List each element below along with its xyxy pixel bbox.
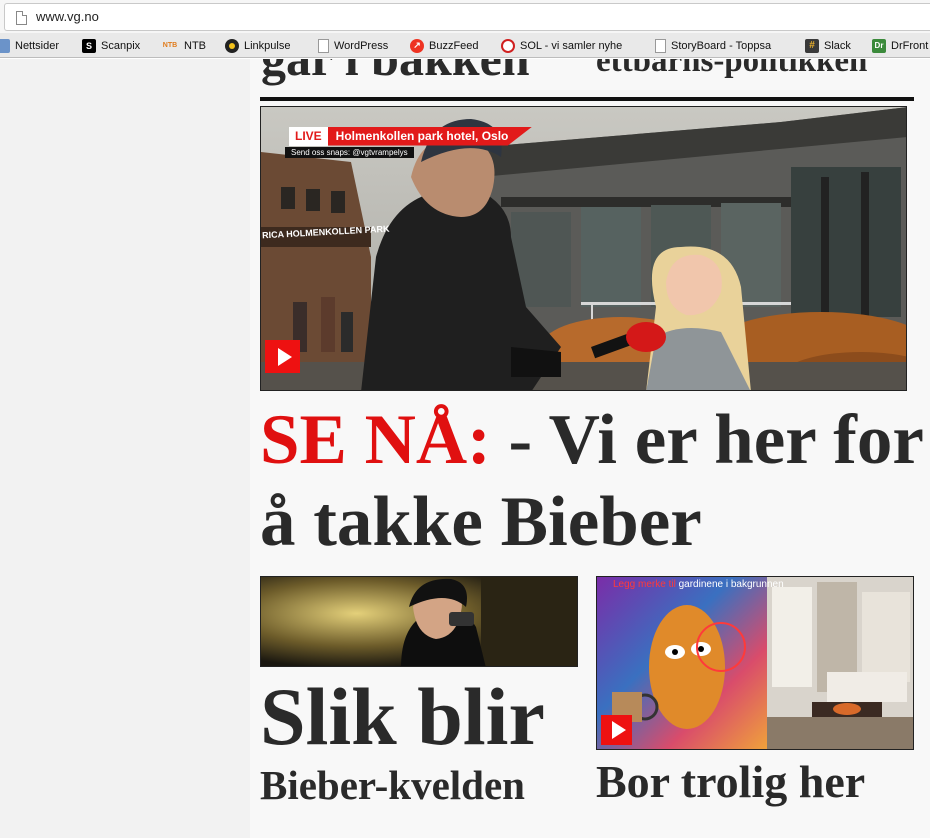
sol-icon xyxy=(501,38,515,53)
bookmark-storyboard[interactable]: StoryBoard - Toppsa xyxy=(655,37,771,54)
bookmark-label: BuzzFeed xyxy=(429,39,479,52)
bookmarks-bar: Nettsider S Scanpix NTB NTB Linkpulse Wo… xyxy=(0,33,930,58)
main-headline[interactable]: SE NÅ: - Vi er her for å takke Bieber xyxy=(260,399,925,563)
caption-text: gardinene i bakgrunnen xyxy=(675,579,784,590)
story-image-bieber[interactable] xyxy=(260,576,578,667)
bookmark-label: SOL - vi samler nyhe xyxy=(520,39,623,52)
headline-kicker: SE NÅ: xyxy=(260,401,491,479)
bookmark-label: DrFront xyxy=(891,39,929,52)
live-location: Holmenkollen park hotel, Oslo xyxy=(327,126,533,146)
bookmark-label: NTB xyxy=(184,39,206,52)
section-divider xyxy=(260,97,914,101)
slack-icon: # xyxy=(805,38,819,53)
image-caption-overlay: Legg merke til gardinene i bakgrunnen xyxy=(613,579,784,590)
page-left-margin xyxy=(0,59,250,838)
live-video-player[interactable]: LIVE Holmenkollen park hotel, Oslo Send … xyxy=(260,106,907,391)
folder-icon xyxy=(0,38,10,53)
bookmark-nettsider[interactable]: Nettsider xyxy=(0,37,59,54)
bookmark-drfront[interactable]: Dr DrFront xyxy=(872,37,928,54)
bookmark-label: Slack xyxy=(824,39,851,52)
bookmark-sol[interactable]: SOL - vi samler nyhe xyxy=(501,37,622,54)
page-icon xyxy=(318,38,329,53)
bookmark-label: Linkpulse xyxy=(244,39,291,52)
dr-icon: Dr xyxy=(872,38,886,53)
bookmark-wordpress[interactable]: WordPress xyxy=(318,37,388,54)
bookmark-label: Nettsider xyxy=(15,39,60,52)
ntb-icon: NTB xyxy=(162,42,178,49)
bookmark-label: Scanpix xyxy=(101,39,141,52)
story-right-title[interactable]: Bor trolig her xyxy=(596,756,865,808)
url-field[interactable]: www.vg.no xyxy=(4,3,930,31)
house-photo xyxy=(597,577,913,749)
play-icon[interactable] xyxy=(601,715,632,745)
bookmark-label: WordPress xyxy=(334,39,389,52)
live-badge: LIVE Holmenkollen park hotel, Oslo xyxy=(289,126,533,146)
story-left-title[interactable]: Slik blir xyxy=(260,672,545,762)
address-bar-area: www.vg.no xyxy=(0,0,930,33)
bookmark-buzzfeed[interactable]: ↗ BuzzFeed xyxy=(410,37,479,54)
bieber-photo xyxy=(261,577,577,666)
page-icon xyxy=(16,11,27,25)
story-left-subtitle[interactable]: Bieber-kvelden xyxy=(260,761,525,809)
url-text[interactable]: www.vg.no xyxy=(36,9,99,24)
linkpulse-icon xyxy=(225,38,239,53)
buzzfeed-icon: ↗ xyxy=(410,38,424,53)
bookmark-scanpix[interactable]: S Scanpix xyxy=(82,37,140,54)
front-page-content: går i bakken ettbarns-politikken xyxy=(250,59,930,838)
headline-previous-left[interactable]: går i bakken xyxy=(261,59,530,83)
story-image-house[interactable]: Legg merke til gardinene i bakgrunnen xyxy=(596,576,914,750)
live-label: LIVE xyxy=(289,126,328,146)
bookmark-slack[interactable]: # Slack xyxy=(805,37,851,54)
caption-highlight: Legg merke til xyxy=(613,579,676,590)
bookmark-ntb[interactable]: NTB NTB xyxy=(161,37,206,54)
bookmark-linkpulse[interactable]: Linkpulse xyxy=(225,37,290,54)
page-icon xyxy=(655,38,666,53)
snaps-ticker: Send oss snaps: @vgtvrampelys xyxy=(285,147,414,158)
headline-previous-right[interactable]: ettbarns-politikken xyxy=(596,59,867,78)
play-icon[interactable] xyxy=(265,340,300,373)
scanpix-icon: S xyxy=(82,38,96,53)
bookmark-label: StoryBoard - Toppsa xyxy=(671,39,772,52)
